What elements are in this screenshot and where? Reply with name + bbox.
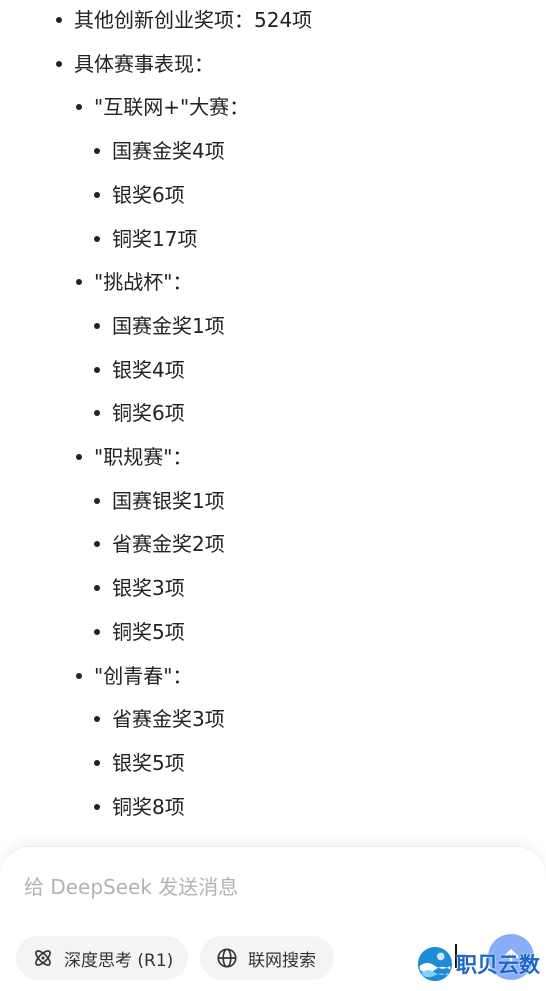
list-item-text: 铜奖5项 (112, 619, 185, 644)
bullet-dot (94, 235, 100, 242)
message-content: 其他创新创业奖项：524项 具体赛事表现： "互联网+"大赛： 国赛金奖4项 银奖6项铜… (0, 0, 546, 845)
list-item: 国赛金奖1项 (94, 304, 225, 348)
bullet-dot (94, 803, 100, 810)
list-item: 铜奖17项 (94, 217, 197, 261)
list-item-text: 银奖5项 (112, 750, 185, 775)
list-item: 省赛金奖3项 (94, 697, 225, 741)
bullet-dot (94, 148, 100, 155)
list-item: 具体赛事表现： (56, 42, 214, 86)
web-search-button[interactable]: 联网搜索 (200, 936, 334, 980)
bullet-dot (94, 366, 100, 373)
bullet-dot (94, 628, 100, 635)
list-item: "职规赛"： (76, 435, 192, 479)
list-item-text: 其他创新创业奖项：524项 (74, 8, 313, 32)
list-item: 铜奖8项 (94, 785, 185, 829)
watermark-text: 职贝云数 (456, 953, 540, 977)
globe-icon (217, 948, 237, 968)
list-item-text: 具体赛事表现： (74, 51, 214, 76)
list-item-text: 国赛银奖1项 (112, 488, 225, 513)
list-item-text: "互联网+"大赛： (94, 95, 250, 120)
deep-think-label: 深度思考 (R1) (64, 950, 174, 971)
list-item: 国赛金奖4项 (94, 129, 225, 173)
list-item-text: 国赛金奖1项 (112, 313, 225, 338)
bullet-dot (94, 497, 100, 504)
list-item-text: 国赛金奖4项 (112, 139, 225, 164)
list-item: 省赛金奖2项 (94, 522, 225, 566)
bullet-dot (94, 541, 100, 548)
list-item-text: "挑战杯"： (94, 270, 193, 295)
list-item-text: 省赛金奖2项 (112, 532, 225, 557)
bullet-dot (94, 410, 100, 417)
bullet-dot (94, 759, 100, 766)
list-item: 其他创新创业奖项：524项 (56, 0, 312, 42)
bullet-dot (56, 60, 62, 67)
list-item-text: 铜奖8项 (112, 794, 185, 819)
list-item: 银奖4项 (94, 348, 185, 392)
list-item: "创青春"： (76, 654, 192, 698)
list-item: 国赛银奖1项 (94, 479, 225, 523)
bullet-dot (94, 585, 100, 592)
list-item-text: 铜奖6项 (112, 401, 185, 426)
bullet-dot (76, 104, 82, 111)
list-item-text: "职规赛"： (94, 445, 193, 469)
list-item-text: 省赛金奖3项 (112, 707, 225, 732)
bullet-dot (94, 322, 100, 329)
atom-icon (35, 950, 51, 966)
watermark-logo-icon (417, 946, 453, 982)
list-item-text: "创青春"： (94, 663, 193, 688)
list-item-text: 银奖4项 (112, 357, 185, 382)
message-input[interactable] (24, 869, 504, 905)
bullet-dot (76, 279, 82, 286)
list-item-text: 银奖6项 (112, 182, 185, 207)
bullet-dot (76, 672, 82, 679)
bullet-dot (56, 17, 62, 23)
bullet-dot (94, 191, 100, 198)
list-item: "互联网+"大赛： (76, 85, 249, 129)
deep-think-button[interactable]: 深度思考 (R1) (16, 936, 188, 980)
list-item: 铜奖5项 (94, 610, 185, 654)
bullet-dot (94, 716, 100, 723)
list-item: 银奖3项 (94, 566, 185, 610)
bullet-dot (76, 454, 82, 460)
watermark: 职贝云数 (416, 944, 546, 984)
list-item-text: 铜奖17项 (112, 226, 198, 251)
list-item: 银奖5项 (94, 741, 185, 785)
list-item: 银奖6项 (94, 173, 185, 217)
web-search-label: 联网搜索 (248, 950, 316, 971)
list-item-text: 银奖3项 (112, 576, 185, 601)
list-item: 铜奖6项 (94, 391, 185, 435)
list-item: "挑战杯"： (76, 260, 192, 304)
